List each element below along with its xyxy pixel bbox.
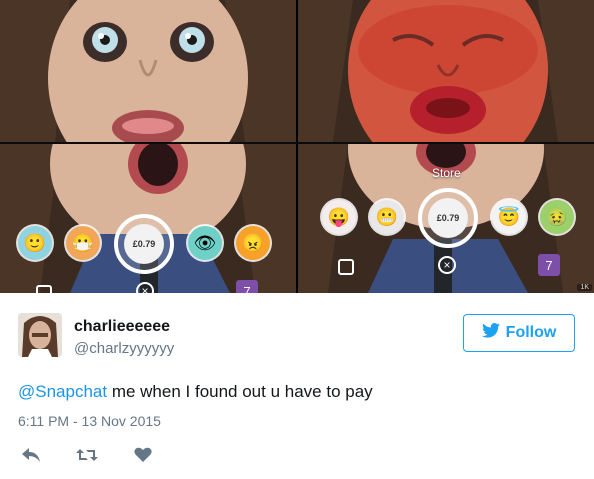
close-lens-right-icon[interactable]: × [438, 256, 456, 274]
follow-button[interactable]: Follow [463, 314, 575, 352]
tweet-timestamp[interactable]: 6:11 PM - 13 Nov 2015 [18, 413, 161, 429]
user-handle[interactable]: @charlzyyyyyy [74, 340, 174, 357]
twitter-bird-icon [481, 323, 500, 343]
select-checkbox[interactable] [36, 285, 52, 293]
follow-label: Follow [505, 324, 557, 341]
tweet-photo-collage[interactable]: 🙂 😷 £0.79 👁 😠 × 7 Store 😛 😬 £0.79 😇 🤢 × … [0, 0, 594, 293]
photo-bottom-right: Store 😛 😬 £0.79 😇 🤢 × 7 1K [298, 144, 594, 293]
avatar[interactable] [18, 313, 62, 357]
tweet-actions [20, 445, 154, 465]
tweet-text: @Snapchat me when I found out u have to … [18, 382, 373, 402]
photo-top-left [0, 0, 296, 142]
select-checkbox-right[interactable] [338, 259, 354, 275]
heart-icon[interactable] [132, 445, 154, 465]
lens-purchase-button[interactable]: £0.79 [114, 214, 174, 274]
close-lens-icon[interactable]: × [136, 282, 154, 293]
lens-blue-face-icon[interactable]: 🙂 [18, 226, 52, 260]
lens-count-badge: 7 [236, 280, 258, 293]
lens-grimace-face-icon[interactable]: 😬 [370, 200, 404, 234]
media-size-badge: 1K [577, 284, 592, 291]
lens-count-badge-right: 7 [538, 254, 560, 276]
lens-purchase-button-store[interactable]: £0.79 [418, 188, 478, 248]
photo-top-right [298, 0, 594, 142]
lens-orange-face-icon[interactable]: 😷 [66, 226, 100, 260]
lens-angry-face-icon[interactable]: 😠 [236, 226, 270, 260]
tweet-body: me when I found out u have to pay [107, 382, 373, 401]
lens-sick-face-icon[interactable]: 🤢 [540, 200, 574, 234]
collage-divider-vertical [296, 0, 298, 293]
photo-bottom-left: 🙂 😷 £0.79 👁 😠 × 7 [0, 144, 296, 293]
reply-icon[interactable] [20, 445, 42, 465]
lens-cyclops-face-icon[interactable]: 👁 [188, 226, 222, 260]
mention-link[interactable]: @Snapchat [18, 382, 107, 401]
lens-price-store: £0.79 [428, 198, 468, 238]
store-label[interactable]: Store [432, 166, 461, 180]
collage-divider-horizontal [0, 142, 594, 144]
lens-halo-face-icon[interactable]: 😇 [492, 200, 526, 234]
display-name[interactable]: charlieeeeee [74, 318, 170, 336]
lens-price: £0.79 [124, 224, 164, 264]
lens-tongue-face-icon[interactable]: 😛 [322, 200, 356, 234]
retweet-icon[interactable] [76, 445, 98, 465]
